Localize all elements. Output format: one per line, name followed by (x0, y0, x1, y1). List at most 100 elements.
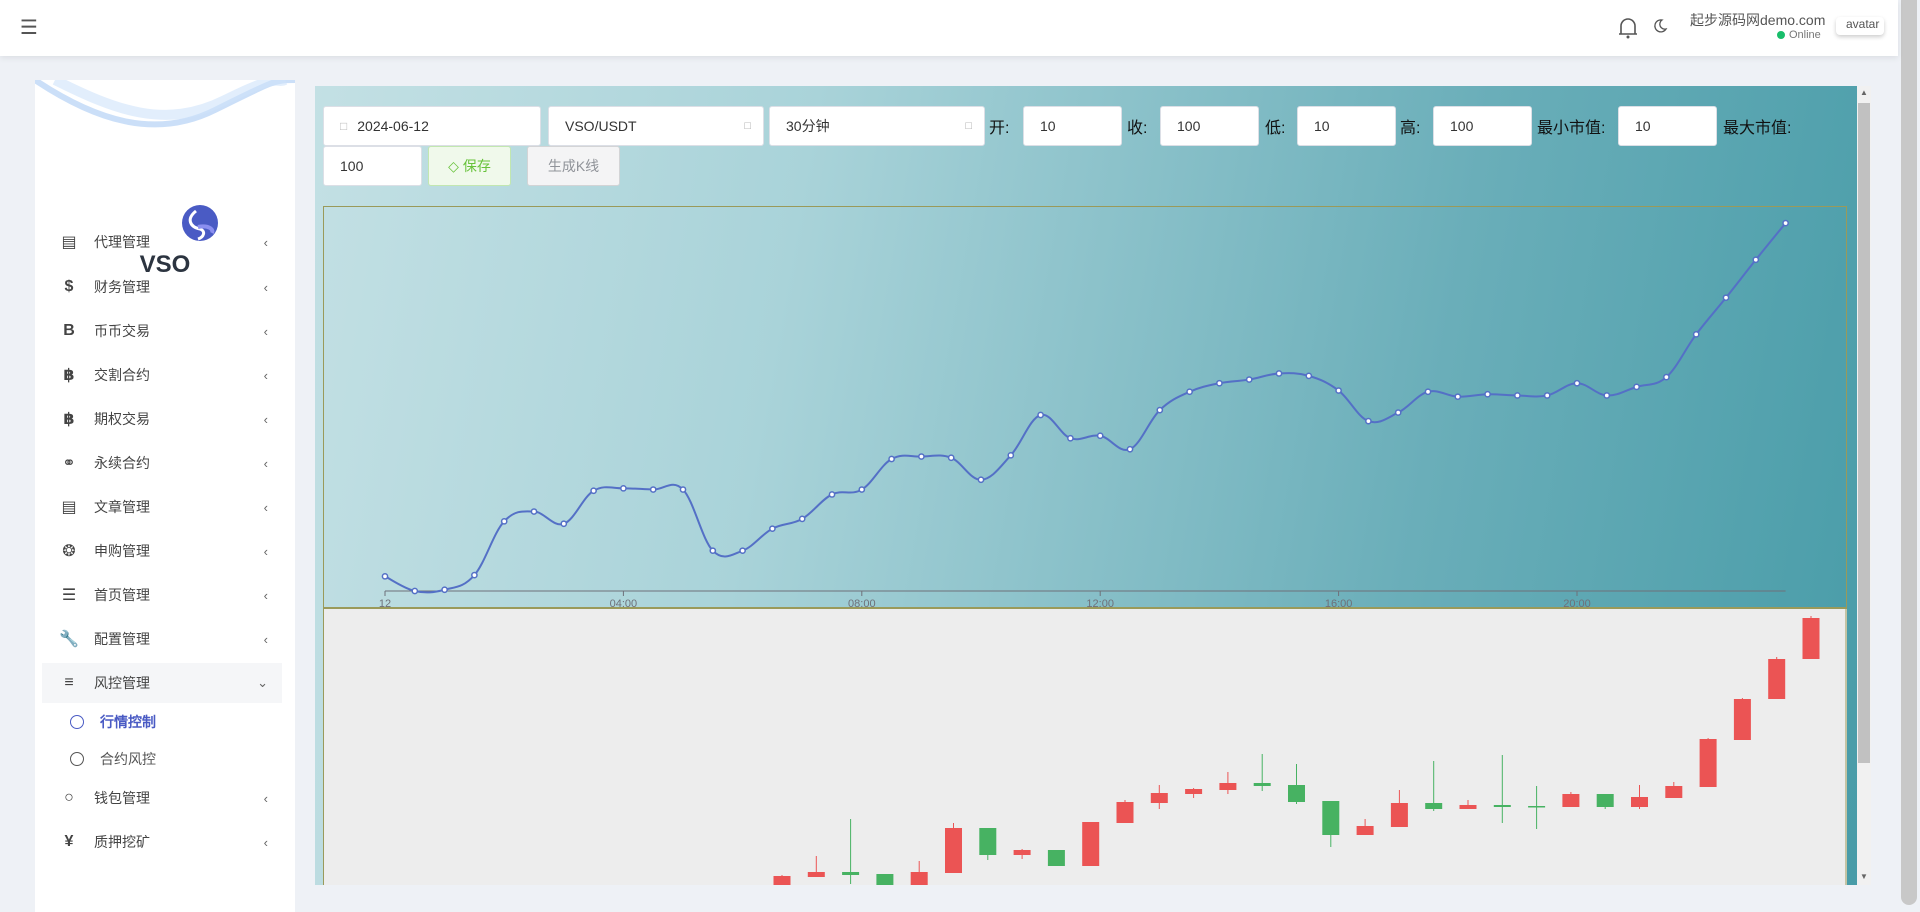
sidebar-item-3[interactable]: ฿ 交割合约 ‹ (42, 355, 282, 395)
line-point (1484, 390, 1491, 398)
line-point (918, 453, 925, 460)
period-select[interactable]: 30分钟 □ (769, 106, 985, 146)
sidebar-item-5[interactable]: ⚭ 永续合约 ‹ (42, 443, 282, 483)
close-input[interactable] (1177, 118, 1258, 134)
wave-decoration (35, 80, 295, 128)
candle-body (807, 872, 825, 877)
line-point (1365, 417, 1372, 425)
sidebar-subitem-1[interactable]: 合约风控 (35, 744, 156, 774)
sidebar-item-12[interactable]: ¥ 质押挖矿 ‹ (42, 822, 282, 862)
open-input[interactable] (1040, 118, 1121, 134)
candle-body (1047, 850, 1065, 866)
candle-body (1699, 739, 1717, 787)
candle-body (1733, 699, 1751, 740)
sidebar-item-11[interactable]: ○ 钱包管理 ‹ (42, 778, 282, 818)
line-point (1186, 388, 1193, 396)
hamburger-icon[interactable]: ☰ (20, 15, 38, 40)
newspaper-icon: ▤ (61, 499, 77, 516)
sidebar-item-label: 质押挖矿 (94, 834, 150, 850)
sidebar-item-label: 首页管理 (94, 587, 150, 603)
candle-body (1562, 794, 1580, 807)
line-point (649, 486, 657, 493)
sidebar-item-6[interactable]: ▤ 文章管理 ‹ (42, 487, 282, 527)
candle-body (1322, 801, 1340, 835)
close-field[interactable] (1160, 106, 1259, 146)
circle-icon (70, 752, 84, 766)
symbol-value: VSO/USDT (565, 118, 637, 134)
candle-body (1459, 805, 1477, 809)
candle-body (1631, 797, 1648, 807)
line-point (1633, 383, 1640, 391)
candle-body (876, 874, 894, 885)
high-input[interactable] (1450, 118, 1531, 134)
bell-icon[interactable] (1617, 16, 1639, 40)
sidebar-item-label: 币币交易 (94, 323, 150, 339)
line-point (1007, 451, 1015, 459)
sidebar-item-7[interactable]: ❂ 申购管理 ‹ (42, 531, 282, 571)
line-point (471, 571, 478, 579)
avatar[interactable]: avatar (1836, 17, 1884, 35)
line-point (858, 486, 866, 493)
chevron-left-icon: ‹ (263, 834, 268, 850)
chevron-left-icon: ‹ (263, 543, 268, 559)
line-pane-border (323, 206, 1847, 608)
open-field[interactable] (1023, 106, 1122, 146)
circle-icon: ○ (64, 789, 74, 806)
content-scrollbar[interactable]: ▲ ▼ (1857, 86, 1871, 885)
line-point (620, 484, 627, 492)
calendar-icon: □ (340, 119, 348, 133)
line-point (1126, 445, 1134, 453)
line-point (1692, 330, 1700, 338)
candle-body (1425, 803, 1443, 809)
sidebar-item-2[interactable]: B 币币交易 ‹ (42, 311, 282, 351)
line-point (1514, 392, 1521, 399)
line-point (411, 587, 419, 595)
sidebar-item-0[interactable]: ▤ 代理管理 ‹ (42, 222, 282, 262)
sidebar-item-1[interactable]: $ 财务管理 ‹ (42, 267, 282, 307)
date-input[interactable] (357, 118, 540, 134)
sidebar-item-9[interactable]: 🔧 配置管理 ‹ (42, 619, 282, 659)
min-cap-field[interactable] (1618, 106, 1717, 146)
low-input[interactable] (1314, 118, 1395, 134)
symbol-select[interactable]: VSO/USDT □ (548, 106, 764, 146)
generate-kline-button[interactable]: 生成K线 (527, 146, 620, 186)
x-tick-label: 20:00 (1563, 598, 1591, 610)
chart-svg: 12 04:00 08:00 12:00 16:00 20:00 (323, 206, 1847, 885)
price-chart: 12 04:00 08:00 12:00 16:00 20:00 (323, 206, 1847, 885)
chevron-left-icon: ‹ (263, 587, 268, 603)
min-cap-input[interactable] (1635, 118, 1716, 134)
sidebar-subitem-label: 行情控制 (100, 714, 156, 730)
line-point (947, 454, 955, 462)
candle-body (1116, 802, 1134, 823)
line-point (1454, 393, 1462, 401)
high-field[interactable] (1433, 106, 1532, 146)
sidebar-subitem-label: 合约风控 (100, 751, 156, 767)
sidebar-item-label: 配置管理 (94, 631, 150, 647)
candle-body (1253, 783, 1271, 786)
max-cap-input[interactable] (340, 158, 421, 174)
online-status: Online (1777, 29, 1821, 41)
sidebar-subitem-0[interactable]: 行情控制 (35, 707, 156, 737)
sidebar-item-4[interactable]: ฿ 期权交易 ‹ (42, 399, 282, 439)
save-button[interactable]: ◇ 保存 (428, 146, 511, 186)
sidebar-item-label: 代理管理 (94, 234, 150, 250)
low-field[interactable] (1297, 106, 1396, 146)
max-cap-field[interactable] (323, 146, 422, 186)
candle-body (945, 828, 962, 873)
line-point (1782, 219, 1789, 227)
sidebar-item-label: 期权交易 (94, 411, 150, 427)
candle-body (1390, 803, 1408, 827)
link-icon: ⚭ (62, 455, 76, 472)
date-picker[interactable]: □ (323, 106, 541, 146)
page-scrollbar[interactable] (1898, 0, 1920, 912)
b-icon: B (63, 322, 75, 339)
moon-icon[interactable] (1652, 18, 1668, 34)
sidebar-item-10[interactable]: ≡ 风控管理 ⌄ (42, 663, 282, 703)
sidebar-item-8[interactable]: ☰ 首页管理 ‹ (42, 575, 282, 615)
list-icon: ☰ (61, 587, 77, 604)
status-dot (1777, 31, 1785, 39)
high-label: 高: (1400, 120, 1421, 137)
line-point (798, 515, 806, 523)
sidebar-item-label: 申购管理 (94, 543, 150, 559)
candle-body (773, 876, 791, 885)
